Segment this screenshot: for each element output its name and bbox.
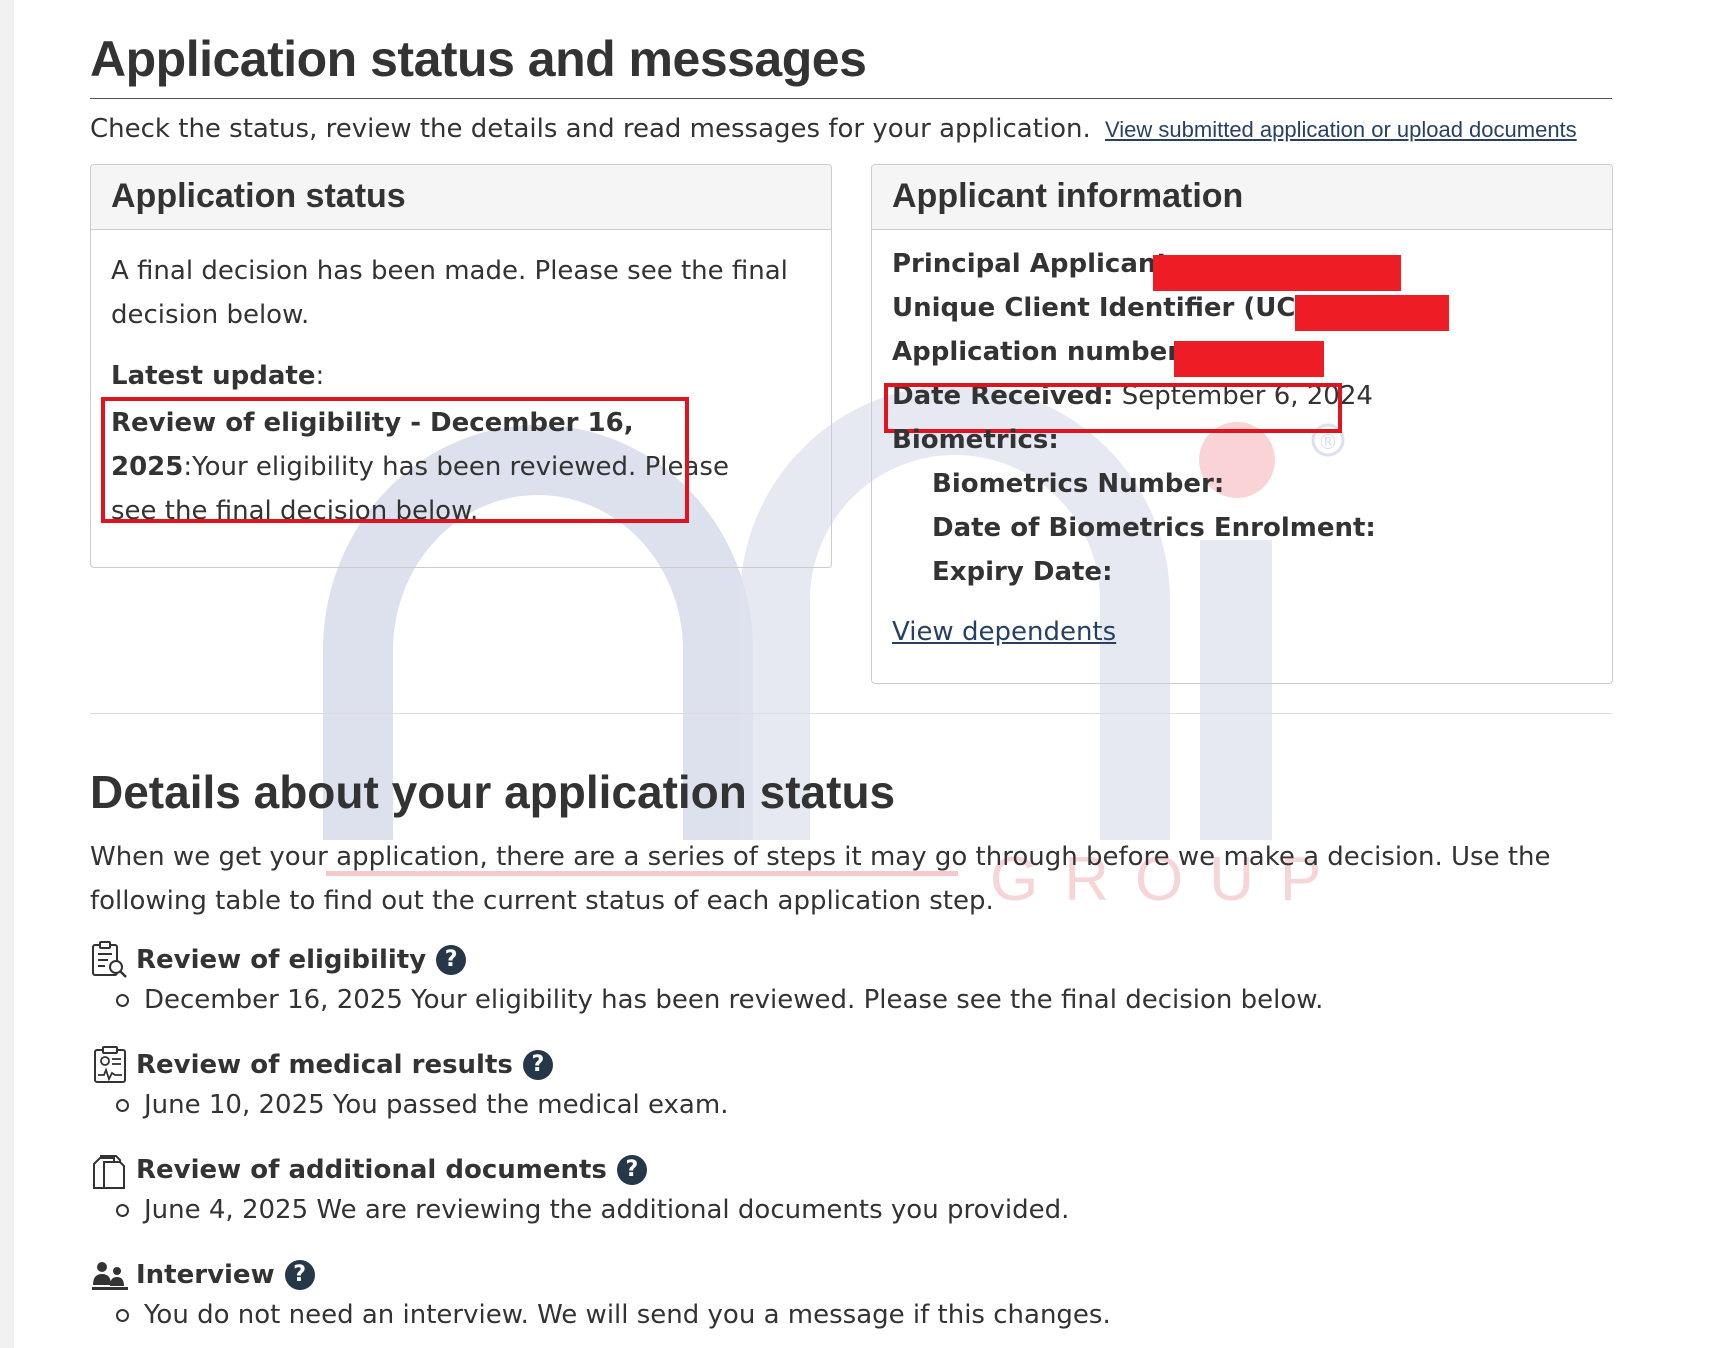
- date-received-label: Date Received:: [892, 381, 1114, 411]
- application-status-panel: Application status A final decision has …: [90, 164, 832, 568]
- latest-update-colon: :: [315, 361, 325, 391]
- step-status-item: June 4, 2025 We are reviewing the additi…: [116, 1195, 1069, 1225]
- step-review-of-eligibility: Review of eligibility ?: [90, 940, 467, 980]
- section-divider: [90, 713, 1612, 714]
- expiry-date-row: Expiry Date:: [932, 557, 1112, 587]
- clipboard-search-icon: [92, 941, 127, 978]
- expiry-date-label: Expiry Date:: [932, 557, 1113, 587]
- title-divider: [90, 98, 1612, 99]
- biometrics-number-label: Biometrics Number:: [932, 469, 1225, 499]
- applicant-information-heading: Applicant information: [872, 165, 1612, 230]
- biometrics-date-row: Date of Biometrics Enrolment:: [932, 513, 1376, 543]
- step-label: Interview: [136, 1260, 275, 1290]
- final-decision-text: A final decision has been made. Please s…: [111, 256, 788, 330]
- principal-applicant-row: Principal Applicant:: [892, 249, 1179, 279]
- applicant-information-panel: Applicant information Principal Applican…: [871, 164, 1613, 684]
- help-icon[interactable]: ?: [284, 1260, 315, 1290]
- uci-label: Unique Client Identifier (UCI):: [892, 293, 1328, 323]
- principal-applicant-label: Principal Applicant:: [892, 249, 1180, 279]
- biometrics-row: Biometrics:: [892, 425, 1059, 455]
- uci-row: Unique Client Identifier (UCI): 1: [892, 293, 1352, 323]
- view-dependents-link[interactable]: View dependents: [892, 617, 1116, 647]
- bullet-icon: [116, 993, 129, 1007]
- details-intro: When we get your application, there are …: [90, 842, 1551, 916]
- bullet-icon: [116, 1098, 129, 1112]
- application-status-heading: Application status: [91, 165, 831, 230]
- step-status-item: December 16, 2025 Your eligibility has b…: [116, 985, 1323, 1015]
- help-icon[interactable]: ?: [616, 1155, 647, 1185]
- step-status-item: June 10, 2025 You passed the medical exa…: [116, 1090, 728, 1120]
- application-number-redaction: [1174, 341, 1324, 377]
- application-number-label: Application number:: [892, 337, 1191, 367]
- bullet-icon: [116, 1203, 129, 1217]
- view-submitted-application-link[interactable]: View submitted application or upload doc…: [1105, 117, 1577, 142]
- biometrics-label: Biometrics:: [892, 425, 1059, 455]
- left-page-edge: [0, 0, 14, 1348]
- latest-update-content: Review of eligibility - December 16, 202…: [111, 401, 751, 533]
- application-number-row: Application number:: [892, 337, 1190, 367]
- step-status-text: June 4, 2025 We are reviewing the additi…: [144, 1195, 1070, 1225]
- page-intro: Check the status, review the details and…: [90, 114, 1577, 144]
- page-intro-text: Check the status, review the details and…: [90, 114, 1091, 144]
- latest-update-label: Latest update:: [111, 361, 324, 391]
- step-review-of-additional-documents: Review of additional documents ?: [90, 1150, 647, 1190]
- uci-redaction: [1295, 295, 1449, 331]
- step-label: Review of medical results: [136, 1050, 513, 1080]
- help-icon[interactable]: ?: [436, 945, 467, 975]
- view-dependents-row: View dependents: [892, 617, 1116, 647]
- details-title: Details about your application status: [90, 766, 896, 818]
- latest-update-label-text: Latest update: [111, 361, 316, 391]
- biometrics-number-row: Biometrics Number:: [932, 469, 1224, 499]
- step-interview: Interview ?: [90, 1255, 315, 1295]
- step-label: Review of eligibility: [136, 945, 427, 975]
- help-icon[interactable]: ?: [522, 1050, 553, 1080]
- people-icon: [92, 1262, 128, 1290]
- bullet-icon: [116, 1308, 129, 1322]
- step-label: Review of additional documents: [136, 1155, 607, 1185]
- biometrics-date-label: Date of Biometrics Enrolment:: [932, 513, 1376, 543]
- date-received-row: Date Received: September 6, 2024: [892, 381, 1373, 411]
- documents-icon: [93, 1155, 125, 1189]
- principal-applicant-redaction: [1153, 255, 1401, 291]
- medical-report-icon: [94, 1046, 126, 1083]
- date-received-value: September 6, 2024: [1121, 381, 1373, 411]
- step-status-item: You do not need an interview. We will se…: [116, 1300, 1111, 1330]
- step-review-of-medical-results: Review of medical results ?: [90, 1045, 553, 1085]
- step-status-text: You do not need an interview. We will se…: [144, 1300, 1111, 1330]
- step-status-text: June 10, 2025 You passed the medical exa…: [144, 1090, 729, 1120]
- step-status-text: December 16, 2025 Your eligibility has b…: [144, 985, 1324, 1015]
- page-title: Application status and messages: [90, 31, 867, 87]
- latest-update-text: :Your eligibility has been reviewed. Ple…: [111, 452, 729, 526]
